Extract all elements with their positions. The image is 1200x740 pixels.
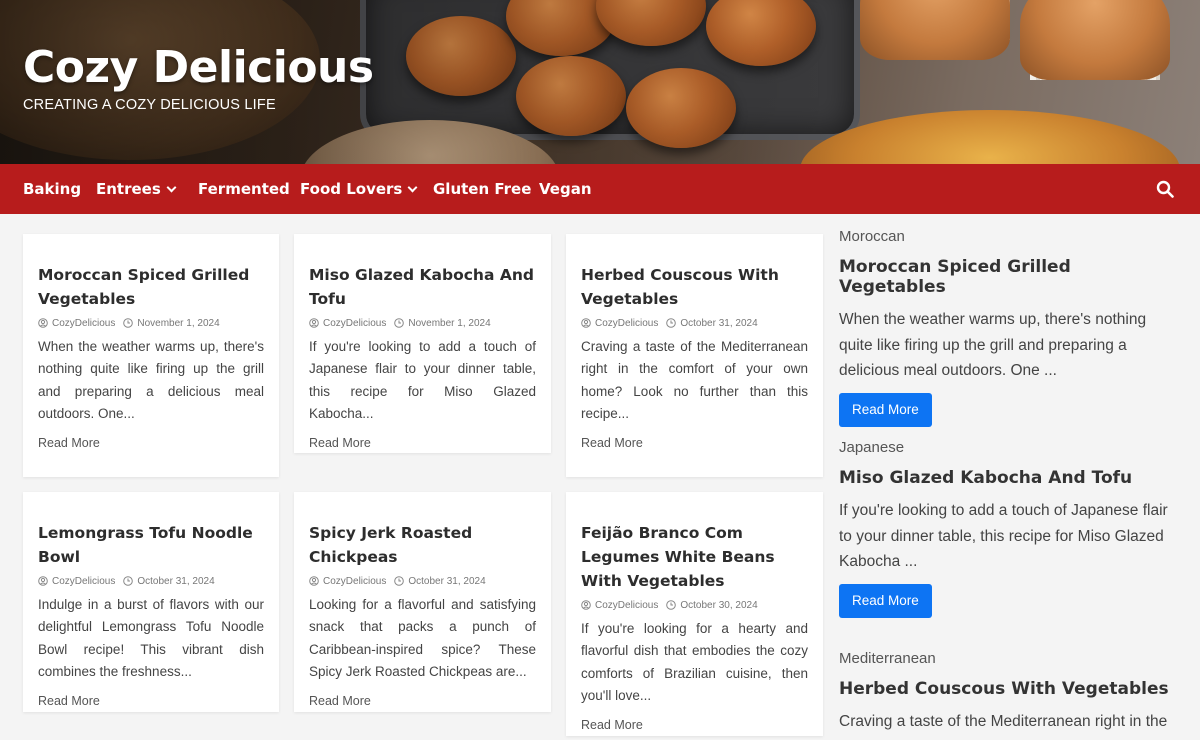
clock-icon xyxy=(394,576,405,586)
sidebar-category[interactable]: Moroccan xyxy=(839,228,1179,245)
post-date[interactable]: October 31, 2024 xyxy=(408,576,485,587)
chevron-down-icon xyxy=(407,182,418,193)
user-icon xyxy=(309,318,319,328)
nav-item-fermented[interactable]: Fermented xyxy=(198,164,290,214)
user-icon xyxy=(38,318,48,328)
post-date[interactable]: October 30, 2024 xyxy=(680,600,757,611)
post-card: Herbed Couscous With Vegetables CozyDeli… xyxy=(566,234,823,477)
post-title[interactable]: Spicy Jerk Roasted Chickpeas xyxy=(309,521,536,569)
user-icon xyxy=(581,600,591,610)
read-more-button[interactable]: Read More xyxy=(839,392,932,427)
post-meta: CozyDelicious October 31, 2024 xyxy=(38,574,264,588)
sidebar-category[interactable]: Japanese xyxy=(839,439,1179,456)
clock-icon xyxy=(666,318,677,328)
read-more-link[interactable]: Read More xyxy=(581,718,808,732)
post-excerpt: If you're looking to add a touch of Japa… xyxy=(309,339,536,422)
post-title[interactable]: Feijão Branco Com Legumes White Beans Wi… xyxy=(581,521,808,593)
post-card: Moroccan Spiced Grilled Vegetables CozyD… xyxy=(23,234,279,477)
sidebar-post: Mediterranean Herbed Couscous With Veget… xyxy=(839,650,1179,740)
sidebar-post-title[interactable]: Miso Glazed Kabocha And Tofu xyxy=(839,468,1179,488)
site-title[interactable]: Cozy Delicious xyxy=(23,42,374,93)
post-author[interactable]: CozyDelicious xyxy=(323,318,386,329)
post-meta: CozyDelicious October 30, 2024 xyxy=(581,598,808,612)
post-meta: CozyDelicious November 1, 2024 xyxy=(309,316,536,330)
search-icon[interactable] xyxy=(1156,180,1174,198)
post-excerpt: Looking for a flavorful and satisfying s… xyxy=(309,597,536,680)
post-author[interactable]: CozyDelicious xyxy=(52,318,115,329)
nav-item-gluten-free[interactable]: Gluten Free xyxy=(433,164,531,214)
user-icon xyxy=(309,576,319,586)
site-tagline: CREATING A COZY DELICIOUS LIFE xyxy=(23,97,276,113)
chevron-down-icon xyxy=(166,182,177,193)
post-meta: CozyDelicious November 1, 2024 xyxy=(38,316,264,330)
post-excerpt: When the weather warms up, there's nothi… xyxy=(38,339,264,422)
nav-item-food-lovers[interactable]: Food Lovers xyxy=(300,164,418,214)
post-author[interactable]: CozyDelicious xyxy=(52,576,115,587)
read-more-button[interactable]: Read More xyxy=(839,583,932,618)
site-header: Cozy Delicious CREATING A COZY DELICIOUS… xyxy=(0,0,1200,164)
sidebar-category[interactable]: Mediterranean xyxy=(839,650,1179,667)
clock-icon xyxy=(394,318,405,328)
sidebar-post-excerpt: If you're looking to add a touch of Japa… xyxy=(839,502,1168,570)
post-meta: CozyDelicious October 31, 2024 xyxy=(309,574,536,588)
sidebar-post-excerpt: Craving a taste of the Mediterranean rig… xyxy=(839,713,1168,730)
post-date[interactable]: October 31, 2024 xyxy=(137,576,214,587)
clock-icon xyxy=(666,600,677,610)
read-more-link[interactable]: Read More xyxy=(309,436,536,450)
sidebar-post: Moroccan Moroccan Spiced Grilled Vegetab… xyxy=(839,228,1179,427)
post-card: Lemongrass Tofu Noodle Bowl CozyDeliciou… xyxy=(23,492,279,712)
post-date[interactable]: November 1, 2024 xyxy=(408,318,490,329)
read-more-link[interactable]: Read More xyxy=(38,694,264,708)
clock-icon xyxy=(123,318,134,328)
sidebar-post-title[interactable]: Herbed Couscous With Vegetables xyxy=(839,679,1179,699)
post-author[interactable]: CozyDelicious xyxy=(323,576,386,587)
read-more-link[interactable]: Read More xyxy=(581,436,808,450)
post-card: Miso Glazed Kabocha And Tofu CozyDelicio… xyxy=(294,234,551,453)
post-meta: CozyDelicious October 31, 2024 xyxy=(581,316,808,330)
post-card: Feijão Branco Com Legumes White Beans Wi… xyxy=(566,492,823,736)
main-navigation: Baking Entrees Fermented Food Lovers Glu… xyxy=(0,164,1200,214)
clock-icon xyxy=(123,576,134,586)
post-date[interactable]: October 31, 2024 xyxy=(680,318,757,329)
post-title[interactable]: Lemongrass Tofu Noodle Bowl xyxy=(38,521,264,569)
sidebar-post-title[interactable]: Moroccan Spiced Grilled Vegetables xyxy=(839,257,1179,297)
post-card: Spicy Jerk Roasted Chickpeas CozyDelicio… xyxy=(294,492,551,712)
post-author[interactable]: CozyDelicious xyxy=(595,318,658,329)
post-title[interactable]: Miso Glazed Kabocha And Tofu xyxy=(309,263,536,311)
sidebar-post-excerpt: When the weather warms up, there's nothi… xyxy=(839,311,1147,379)
post-title[interactable]: Herbed Couscous With Vegetables xyxy=(581,263,808,311)
sidebar-post: Japanese Miso Glazed Kabocha And Tofu If… xyxy=(839,439,1179,618)
post-excerpt: Indulge in a burst of flavors with our d… xyxy=(38,597,264,680)
user-icon xyxy=(581,318,591,328)
post-excerpt: Craving a taste of the Mediterranean rig… xyxy=(581,339,808,422)
nav-item-baking[interactable]: Baking xyxy=(23,164,81,214)
nav-item-vegan[interactable]: Vegan xyxy=(539,164,592,214)
post-excerpt: If you're looking for a hearty and flavo… xyxy=(581,621,808,704)
nav-item-entrees[interactable]: Entrees xyxy=(96,164,177,214)
read-more-link[interactable]: Read More xyxy=(38,436,264,450)
user-icon xyxy=(38,576,48,586)
read-more-link[interactable]: Read More xyxy=(309,694,536,708)
post-title[interactable]: Moroccan Spiced Grilled Vegetables xyxy=(38,263,264,311)
post-date[interactable]: November 1, 2024 xyxy=(137,318,219,329)
post-author[interactable]: CozyDelicious xyxy=(595,600,658,611)
